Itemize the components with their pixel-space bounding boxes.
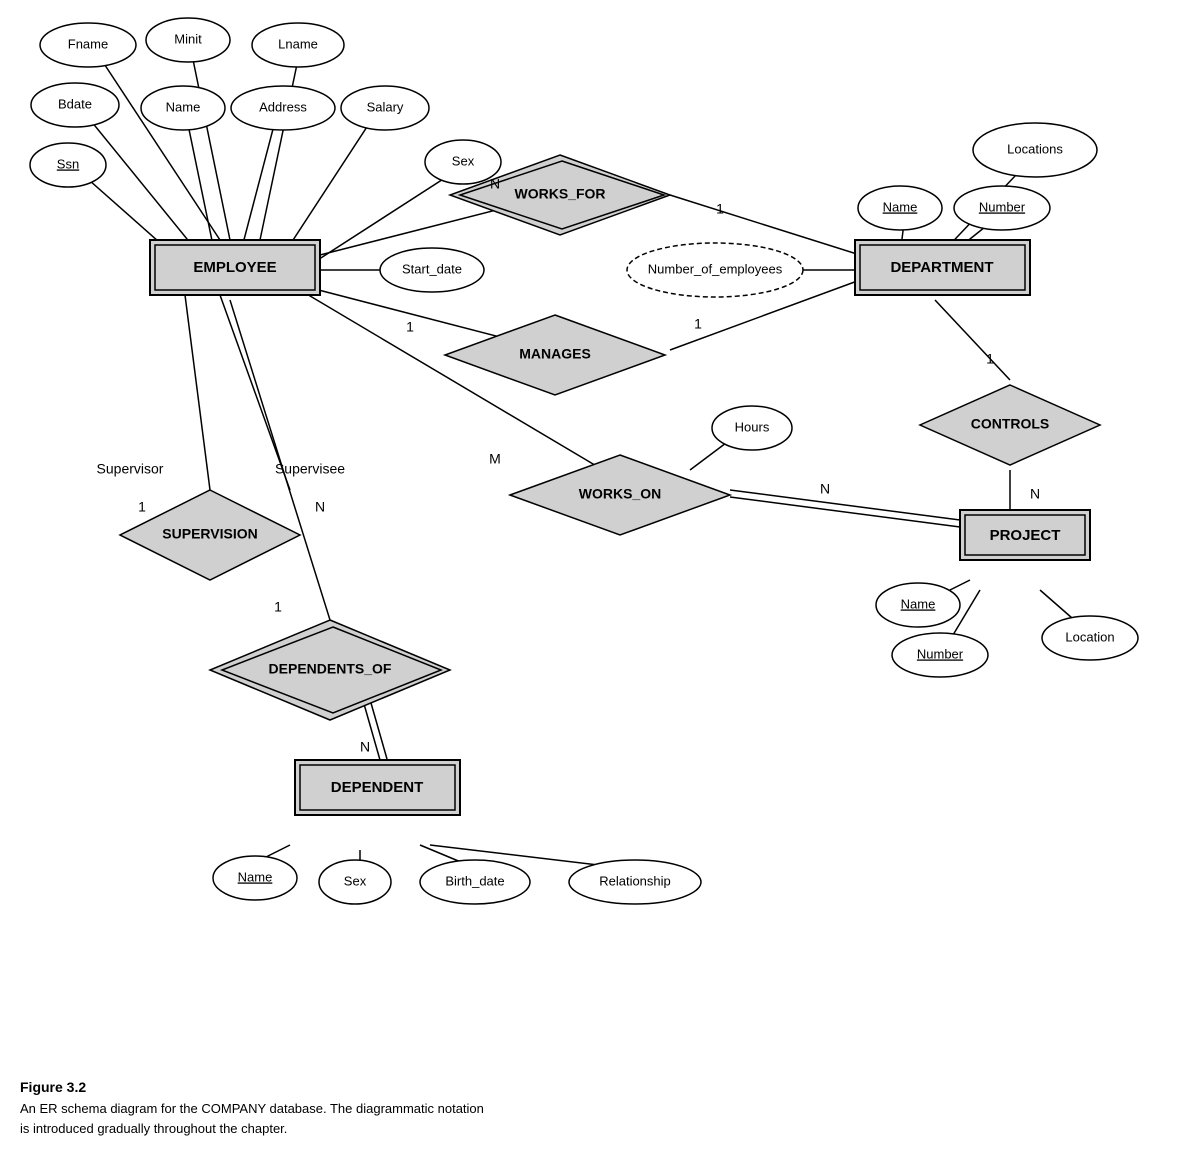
works-for-1: 1 [716, 201, 724, 217]
proj-number-text: Number [917, 646, 964, 661]
supervisee-label: Supervisee [275, 461, 345, 477]
employee-label: EMPLOYEE [193, 259, 276, 276]
minit-text: Minit [174, 31, 202, 46]
supervision-1: 1 [138, 499, 146, 515]
dependents-of-label: DEPENDENTS_OF [269, 661, 392, 677]
project-label: PROJECT [990, 527, 1061, 544]
dept-name-text: Name [883, 199, 918, 214]
hours-text: Hours [735, 419, 770, 434]
dep-sex-text: Sex [344, 873, 367, 888]
dept-number-text: Number [979, 199, 1026, 214]
dependent-label: DEPENDENT [331, 779, 424, 796]
department-label: DEPARTMENT [890, 259, 993, 276]
manages-1-dept: 1 [694, 316, 702, 332]
proj-name-text: Name [901, 596, 936, 611]
salary-text: Salary [367, 99, 404, 114]
lname-text: Lname [278, 36, 318, 51]
manages-label: MANAGES [519, 346, 591, 362]
dependents-of-1: 1 [274, 599, 282, 615]
works-on-m: M [489, 451, 501, 467]
supervisor-label: Supervisor [97, 461, 164, 477]
num-employees-text: Number_of_employees [648, 261, 783, 276]
caption-title: Figure 3.2 [20, 1079, 620, 1095]
relationship-text: Relationship [599, 873, 671, 888]
start-date-text: Start_date [402, 261, 462, 276]
er-diagram: .entity-rect { fill: #d0d0d0; stroke: #0… [0, 0, 1201, 1100]
bdate-text: Bdate [58, 96, 92, 111]
ssn-text: Ssn [57, 156, 79, 171]
dependents-of-n: N [360, 739, 370, 755]
works-for-label: WORKS_FOR [515, 186, 606, 202]
controls-n: N [1030, 486, 1040, 502]
caption-line2: is introduced gradually throughout the c… [20, 1119, 620, 1139]
works-on-label: WORKS_ON [579, 486, 661, 502]
caption-line1: An ER schema diagram for the COMPANY dat… [20, 1099, 620, 1119]
emp-sex-text: Sex [452, 153, 475, 168]
controls-1: 1 [986, 351, 994, 367]
manages-1-emp: 1 [406, 319, 414, 335]
locations-text: Locations [1007, 141, 1063, 156]
works-for-n: N [490, 176, 500, 192]
supervision-label: SUPERVISION [162, 526, 257, 542]
emp-name-text: Name [166, 99, 201, 114]
dep-name-text: Name [238, 869, 273, 884]
works-on-n: N [820, 481, 830, 497]
controls-label: CONTROLS [971, 416, 1050, 432]
fname-text: Fname [68, 36, 108, 51]
address-text: Address [259, 99, 307, 114]
proj-location-text: Location [1065, 629, 1114, 644]
supervision-n: N [315, 499, 325, 515]
birth-date-text: Birth_date [445, 873, 504, 888]
figure-caption: Figure 3.2 An ER schema diagram for the … [20, 1079, 620, 1138]
